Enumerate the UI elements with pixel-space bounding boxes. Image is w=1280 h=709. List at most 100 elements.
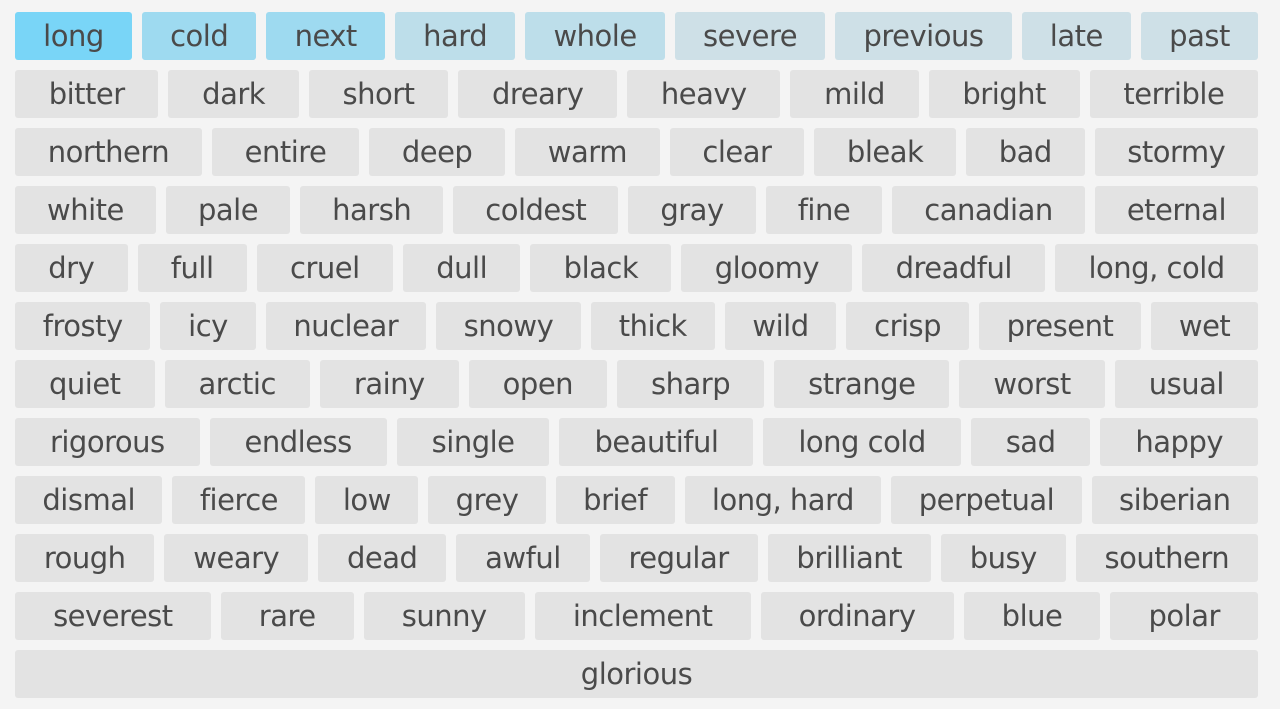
tag-long-cold[interactable]: long, cold [1055, 244, 1258, 292]
tag-ordinary[interactable]: ordinary [760, 592, 954, 640]
tag-weary[interactable]: weary [164, 534, 309, 582]
tag-warm[interactable]: warm [515, 128, 660, 176]
tag-wet[interactable]: wet [1151, 302, 1259, 350]
tag-rare[interactable]: rare [220, 592, 354, 640]
tag-severe[interactable]: severe [674, 12, 826, 60]
tag-beautiful[interactable]: beautiful [559, 418, 754, 466]
tag-previous[interactable]: previous [835, 12, 1012, 60]
tag-endless[interactable]: endless [209, 418, 387, 466]
tag-row: northern entire deep warm clear bleak bad storm… [15, 128, 1259, 176]
tag-glorious[interactable]: glorious [15, 650, 1258, 698]
tag-worst[interactable]: worst [959, 360, 1105, 408]
tag-single[interactable]: single [396, 418, 550, 466]
tag-crisp[interactable]: crisp [846, 302, 969, 350]
tag-past[interactable]: past [1141, 12, 1258, 60]
tag-whole[interactable]: whole [525, 12, 665, 60]
tag-blue[interactable]: blue [963, 592, 1101, 640]
tag-full[interactable]: full [137, 244, 247, 292]
tag-bitter[interactable]: bitter [15, 70, 159, 118]
tag-row: severest rare sunny inclement ordinary blue po… [15, 592, 1258, 640]
tag-dark[interactable]: dark [168, 70, 299, 118]
tag-thick[interactable]: thick [591, 302, 715, 350]
tag-row: glorious [15, 650, 1258, 698]
tag-canadian[interactable]: canadian [892, 186, 1085, 234]
tag-frosty[interactable]: frosty [15, 302, 151, 350]
tag-arctic[interactable]: arctic [164, 360, 310, 408]
tag-row: rough weary dead awful regular brilliant busy s… [15, 534, 1259, 582]
tag-fine[interactable]: fine [765, 186, 883, 234]
tag-polar[interactable]: polar [1110, 592, 1258, 640]
tag-late[interactable]: late [1021, 12, 1131, 60]
tag-dismal[interactable]: dismal [15, 476, 163, 524]
tag-short[interactable]: short [308, 70, 449, 118]
tag-row: dismal fierce low grey brief long, hard perpet… [15, 476, 1258, 524]
tag-row: bitter dark short dreary heavy mild bright terr… [15, 70, 1259, 118]
tag-deep[interactable]: deep [369, 128, 506, 176]
tag-perpetual[interactable]: perpetual [891, 476, 1082, 524]
tag-row: frosty icy nuclear snowy thick wild crisp prese… [15, 302, 1259, 350]
tag-white[interactable]: white [15, 186, 156, 234]
tag-busy[interactable]: busy [940, 534, 1066, 582]
tag-grey[interactable]: grey [428, 476, 546, 524]
tag-next[interactable]: next [266, 12, 385, 60]
tag-black[interactable]: black [530, 244, 672, 292]
tag-icy[interactable]: icy [160, 302, 256, 350]
tag-harsh[interactable]: harsh [300, 186, 444, 234]
tag-row: dry full cruel dull black gloomy dreadful long,… [15, 244, 1258, 292]
tag-inclement[interactable]: inclement [534, 592, 751, 640]
tag-mild[interactable]: mild [790, 70, 919, 118]
tag-row: rigorous endless single beautiful long cold s… [15, 418, 1258, 466]
tag-dull[interactable]: dull [402, 244, 521, 292]
tag-coldest[interactable]: coldest [453, 186, 619, 234]
tag-dead[interactable]: dead [318, 534, 447, 582]
tag-row: quiet arctic rainy open sharp strange worst usu… [15, 360, 1258, 408]
tag-northern[interactable]: northern [15, 128, 202, 176]
tag-brilliant[interactable]: brilliant [767, 534, 931, 582]
tag-rainy[interactable]: rainy [319, 360, 459, 408]
tag-entire[interactable]: entire [211, 128, 360, 176]
tag-dreadful[interactable]: dreadful [862, 244, 1046, 292]
tag-cruel[interactable]: cruel [256, 244, 393, 292]
tag-quiet[interactable]: quiet [15, 360, 155, 408]
tag-long[interactable]: long [15, 12, 132, 60]
tag-terrible[interactable]: terrible [1089, 70, 1259, 118]
tag-bleak[interactable]: bleak [814, 128, 957, 176]
tag-present[interactable]: present [978, 302, 1142, 350]
tag-snowy[interactable]: snowy [435, 302, 582, 350]
tag-usual[interactable]: usual [1114, 360, 1258, 408]
tag-strange[interactable]: strange [774, 360, 950, 408]
tag-open[interactable]: open [468, 360, 608, 408]
tag-eternal[interactable]: eternal [1094, 186, 1259, 234]
tag-heavy[interactable]: heavy [627, 70, 781, 118]
tag-wild[interactable]: wild [724, 302, 837, 350]
tag-siberian[interactable]: siberian [1091, 476, 1258, 524]
tag-brief[interactable]: brief [555, 476, 675, 524]
tag-southern[interactable]: southern [1075, 534, 1259, 582]
tag-dreary[interactable]: dreary [458, 70, 618, 118]
tag-gray[interactable]: gray [628, 186, 756, 234]
tag-pale[interactable]: pale [165, 186, 291, 234]
tag-gloomy[interactable]: gloomy [681, 244, 853, 292]
tag-awful[interactable]: awful [456, 534, 590, 582]
tag-happy[interactable]: happy [1100, 418, 1258, 466]
tag-sharp[interactable]: sharp [617, 360, 765, 408]
tag-hard[interactable]: hard [394, 12, 516, 60]
tag-fierce[interactable]: fierce [172, 476, 306, 524]
tag-long-cold[interactable]: long cold [763, 418, 961, 466]
tag-dry[interactable]: dry [15, 244, 128, 292]
tag-sad[interactable]: sad [970, 418, 1091, 466]
tag-bright[interactable]: bright [928, 70, 1080, 118]
tag-clear[interactable]: clear [669, 128, 805, 176]
tag-low[interactable]: low [315, 476, 419, 524]
tag-stormy[interactable]: stormy [1094, 128, 1259, 176]
tag-regular[interactable]: regular [599, 534, 758, 582]
tag-rough[interactable]: rough [15, 534, 155, 582]
tag-sunny[interactable]: sunny [363, 592, 525, 640]
tag-severest[interactable]: severest [15, 592, 211, 640]
tag-cold[interactable]: cold [141, 12, 257, 60]
tag-rigorous[interactable]: rigorous [15, 418, 200, 466]
tag-long-hard[interactable]: long, hard [684, 476, 882, 524]
tag-nuclear[interactable]: nuclear [265, 302, 426, 350]
tag-cloud: long cold next hard whole severe previous late p… [15, 12, 1259, 708]
tag-bad[interactable]: bad [966, 128, 1085, 176]
